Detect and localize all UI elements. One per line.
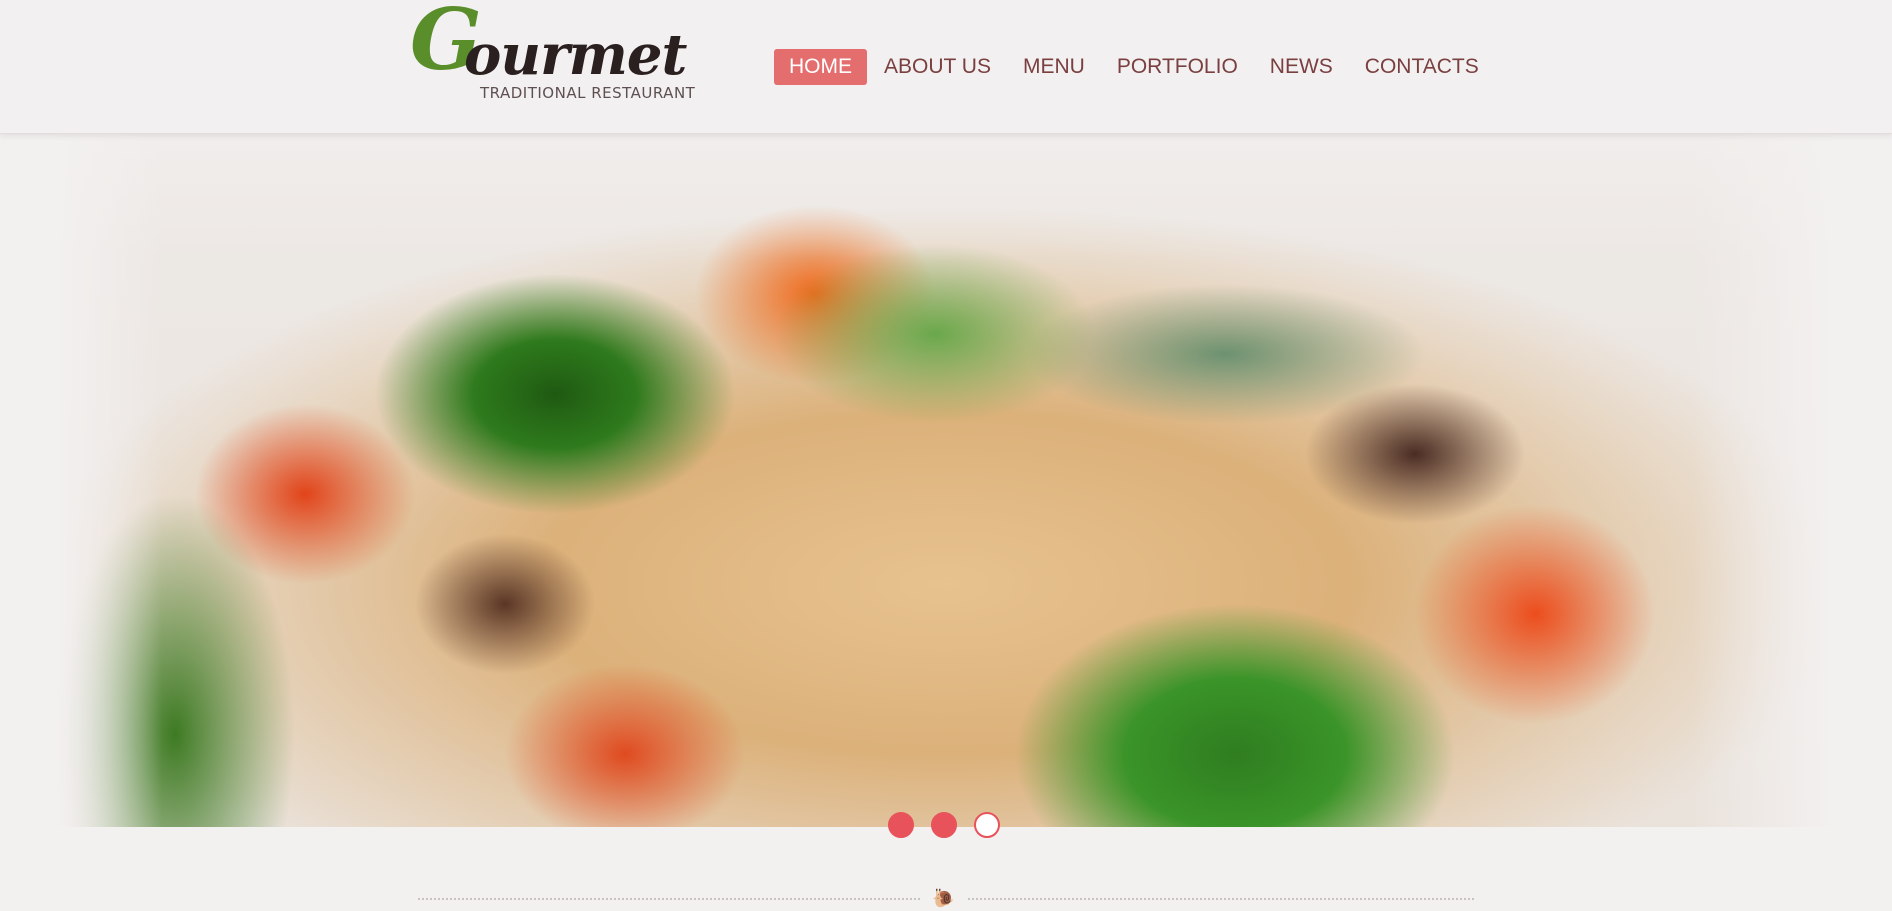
snail-icon: 🐌	[932, 888, 955, 908]
hero-slider-image	[55, 134, 1835, 827]
slider-dot-2[interactable]	[931, 812, 957, 838]
nav-contacts[interactable]: CONTACTS	[1350, 49, 1494, 85]
nav-about-us[interactable]: ABOUT US	[869, 49, 1006, 85]
section-divider: 🐌	[418, 888, 1474, 908]
nav-home[interactable]: HOME	[774, 49, 867, 85]
nav-news[interactable]: NEWS	[1255, 49, 1348, 85]
main-nav: HOME ABOUT US MENU PORTFOLIO NEWS CONTAC…	[774, 49, 1496, 85]
site-logo[interactable]: G ourmet TRADITIONAL RESTAURANT	[410, 0, 702, 110]
slider-pagination	[888, 812, 1000, 838]
hero-edge-fade	[55, 134, 1835, 827]
logo-wordmark: ourmet	[464, 22, 687, 88]
site-header: G ourmet TRADITIONAL RESTAURANT HOME ABO…	[0, 0, 1892, 134]
divider-line-right	[968, 898, 1474, 900]
divider-line-left	[418, 898, 920, 900]
nav-menu[interactable]: MENU	[1008, 49, 1100, 85]
slider-dot-3[interactable]	[974, 812, 1000, 838]
nav-portfolio[interactable]: PORTFOLIO	[1102, 49, 1253, 85]
slider-dot-1[interactable]	[888, 812, 914, 838]
logo-tagline: TRADITIONAL RESTAURANT	[480, 84, 696, 102]
